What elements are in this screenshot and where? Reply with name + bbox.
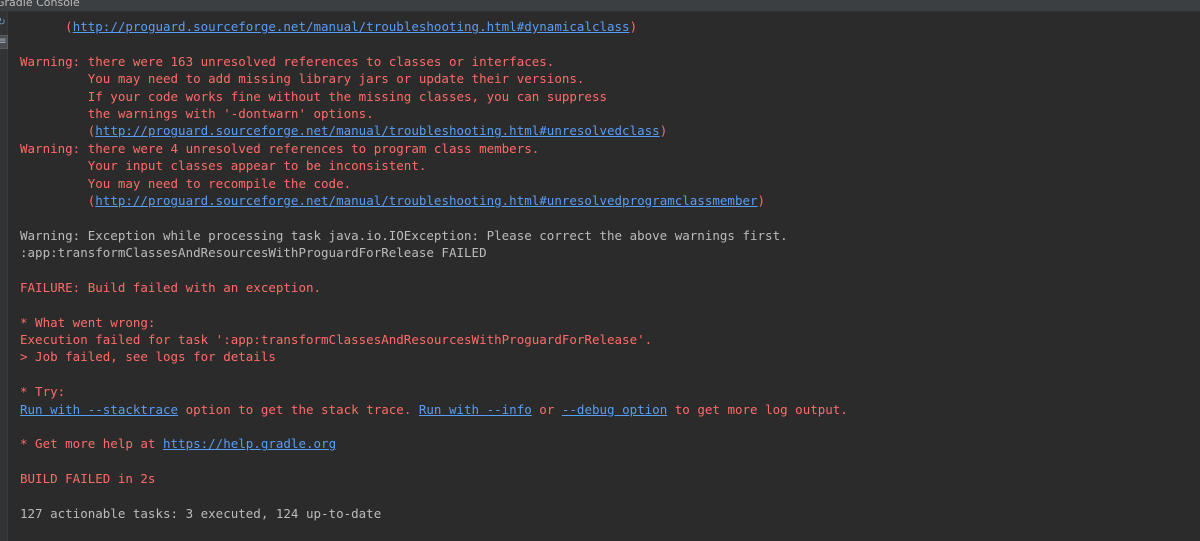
- console-line: * What went wrong:: [20, 314, 1200, 331]
- console-link[interactable]: http://proguard.sourceforge.net/manual/t…: [73, 19, 630, 34]
- console-line: Run with --stacktrace option to get the …: [20, 401, 1200, 418]
- console-text: > Job failed, see logs for details: [20, 349, 276, 365]
- console-line: (http://proguard.sourceforge.net/manual/…: [20, 122, 1200, 139]
- console-text: * What went wrong:: [20, 314, 156, 330]
- console-line: > Job failed, see logs for details: [20, 348, 1200, 365]
- console-link[interactable]: http://proguard.sourceforge.net/manual/t…: [95, 193, 757, 208]
- console-line: If your code works fine without the miss…: [20, 88, 1200, 105]
- console-line: 127 actionable tasks: 3 executed, 124 up…: [20, 505, 1200, 522]
- console-output: (http://proguard.sourceforge.net/manual/…: [20, 18, 1200, 522]
- console-text: to get more log output.: [667, 401, 848, 417]
- console-link[interactable]: Run with --info: [419, 402, 532, 417]
- console-title: Gradle Console: [0, 0, 80, 9]
- console-text: Your input classes appear to be inconsis…: [20, 158, 427, 174]
- console-toolbar: ↻ ≡: [0, 12, 8, 541]
- console-text: If your code works fine without the miss…: [20, 88, 607, 104]
- toggle-view-icon[interactable]: ≡: [0, 35, 8, 49]
- console-text: (: [20, 19, 73, 34]
- console-text: (: [20, 192, 96, 208]
- console-line: Warning: Exception while processing task…: [20, 227, 1200, 244]
- console-line: * Try:: [20, 383, 1200, 400]
- console-text: You may need to recompile the code.: [20, 175, 352, 191]
- console-line: :app:transformClassesAndResourcesWithPro…: [20, 244, 1200, 261]
- console-text: * Get more help at: [20, 436, 163, 452]
- console-text: or: [531, 401, 562, 417]
- console-text: BUILD FAILED in 2s: [20, 471, 156, 487]
- console-line: Your input classes appear to be inconsis…: [20, 157, 1200, 174]
- console-line: Warning: there were 4 unresolved referen…: [20, 140, 1200, 157]
- console-text: :app:transformClassesAndResourcesWithPro…: [20, 245, 487, 261]
- console-link[interactable]: https://help.gradle.org: [163, 436, 336, 451]
- console-text: FAILURE: Build failed with an exception.: [20, 279, 322, 295]
- console-text: Warning: Exception while processing task…: [20, 227, 788, 243]
- console-text: ): [757, 192, 766, 208]
- console-text: Warning: there were 163 unresolved refer…: [20, 53, 555, 69]
- console-line: You may need to add missing library jars…: [20, 70, 1200, 87]
- console-link[interactable]: --debug option: [562, 402, 667, 417]
- rerun-icon[interactable]: ↻: [0, 16, 6, 29]
- console-text: You may need to add missing library jars…: [20, 71, 585, 87]
- console-text: * Try:: [20, 384, 66, 400]
- console-line: (http://proguard.sourceforge.net/manual/…: [20, 18, 1200, 35]
- console-line: Warning: there were 163 unresolved refer…: [20, 53, 1200, 70]
- console-line: Execution failed for task ':app:transfor…: [20, 331, 1200, 348]
- console-text: Warning: there were 4 unresolved referen…: [20, 140, 540, 156]
- console-text: (: [20, 123, 96, 139]
- console-text: 127 actionable tasks: 3 executed, 124 up…: [20, 505, 382, 521]
- console-line: (http://proguard.sourceforge.net/manual/…: [20, 192, 1200, 209]
- console-line: the warnings with '-dontwarn' options.: [20, 105, 1200, 122]
- console-text: ): [659, 123, 668, 139]
- console-title-bar: Gradle Console: [0, 0, 1200, 12]
- console-text: Execution failed for task ':app:transfor…: [20, 332, 653, 348]
- console-text: ): [629, 19, 638, 34]
- console-line: BUILD FAILED in 2s: [20, 470, 1200, 487]
- console-text: option to get the stack trace.: [178, 401, 419, 417]
- console-link[interactable]: http://proguard.sourceforge.net/manual/t…: [95, 123, 659, 138]
- console-line: FAILURE: Build failed with an exception.: [20, 279, 1200, 296]
- console-line: * Get more help at https://help.gradle.o…: [20, 435, 1200, 452]
- console-line: You may need to recompile the code.: [20, 175, 1200, 192]
- console-text: the warnings with '-dontwarn' options.: [20, 105, 374, 121]
- console-link[interactable]: Run with --stacktrace: [20, 402, 178, 417]
